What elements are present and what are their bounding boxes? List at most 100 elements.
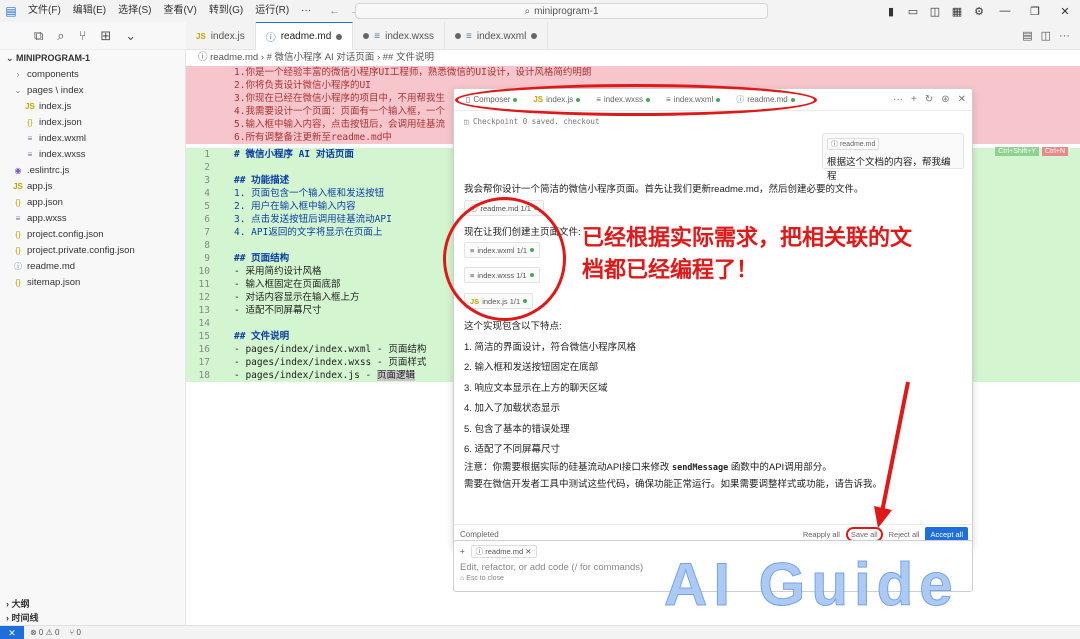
added-line: 17 - pages/index/index.wxss - 页面样式 <box>186 356 454 369</box>
history-icon[interactable]: ↻ <box>925 94 933 105</box>
line-text: ## 功能描述 <box>216 174 289 187</box>
source-control-icon[interactable]: ⑂ <box>79 28 87 43</box>
layout-icon[interactable]: ◫ <box>924 5 946 18</box>
problems-indicator[interactable]: ⊗ 0 ⚠ 0 <box>30 628 59 637</box>
more-actions-icon[interactable]: ··· <box>1059 30 1070 42</box>
tree-item-label: app.json <box>27 197 63 208</box>
ports-indicator[interactable]: ⑂ 0 <box>69 628 80 637</box>
tree-item-label: app.wxss <box>27 213 67 224</box>
input-context-chip[interactable]: ⓘ readme.md ✕ <box>470 545 537 558</box>
file-type-icon: ◉ <box>14 166 22 175</box>
outline-section[interactable]: › 大纲 <box>0 597 185 611</box>
tree-item[interactable]: ≡ index.wxss <box>0 147 185 163</box>
split-editor-icon[interactable]: ◫ <box>1041 29 1051 42</box>
close-icon[interactable]: ✕ <box>958 94 966 105</box>
wxss-file-icon: ≡ <box>374 30 381 42</box>
settings-icon[interactable]: ⊛ <box>941 94 949 105</box>
tree-item[interactable]: ⓘ readme.md <box>0 259 185 275</box>
kbd-hint-reject[interactable]: Ctrl+N <box>1041 147 1068 156</box>
timeline-section[interactable]: › 时间线 <box>0 611 185 625</box>
tree-item[interactable]: {} project.config.json <box>0 227 185 243</box>
line-text: ## 页面结构 <box>216 252 289 265</box>
explorer-title[interactable]: ⌄ MINIPROGRAM-1 <box>0 50 185 67</box>
restore-button[interactable]: ❐ <box>1020 5 1050 18</box>
tab-index-wxss[interactable]: ≡ index.wxss <box>353 22 446 50</box>
file-tree: › components ⌄ pages \ index JS index.js {} ind… <box>0 67 185 291</box>
tree-item[interactable]: ◉ .eslintrc.js <box>0 163 185 179</box>
tree-item-label: .eslintrc.js <box>27 165 70 176</box>
reapply-all-button[interactable]: Reapply all <box>803 530 840 539</box>
explorer-icon[interactable]: ⧉ <box>34 28 43 44</box>
menu-item[interactable]: 编辑(E) <box>67 0 112 22</box>
add-context-icon[interactable]: + <box>460 547 465 556</box>
tree-item[interactable]: JS index.js <box>0 99 185 115</box>
open-preview-icon[interactable]: ▤ <box>1022 29 1032 42</box>
annotation-text: 已经根据实际需求，把相关联的文 档都已经编程了！ <box>582 222 1002 286</box>
menu-item[interactable]: 转到(G) <box>203 0 249 22</box>
line-number: 8 <box>204 240 210 251</box>
remote-icon[interactable]: ✕ <box>0 625 24 639</box>
tree-item[interactable]: {} app.json <box>0 195 185 211</box>
tab-index-wxml[interactable]: ≡ index.wxml <box>445 22 549 50</box>
menu-item[interactable]: 文件(F) <box>22 0 67 22</box>
reply-text: 我会帮你设计一个简洁的微信小程序页面。首先让我们更新readme.md，然后创建… <box>464 184 864 195</box>
close-window-button[interactable]: ✕ <box>1050 5 1080 18</box>
menu-item[interactable]: 查看(V) <box>157 0 202 22</box>
breadcrumb[interactable]: ⓘ readme.md › # 微信小程序 AI 对话页面 › ## 文件说明 <box>186 50 1080 65</box>
tab-index-js[interactable]: JS index.js <box>186 22 256 50</box>
command-search[interactable]: ⌕ miniprogram-1 <box>355 3 768 19</box>
search-label: miniprogram-1 <box>534 5 599 17</box>
annotation-line-1: 已经根据实际需求，把相关联的文 <box>582 225 913 250</box>
added-line: 4 1. 页面包含一个输入框和发送按钮 <box>186 187 454 200</box>
unsaved-dot-icon[interactable] <box>455 33 462 39</box>
added-line: 16 - pages/index/index.wxml - 页面结构 <box>186 343 454 356</box>
added-line: 12 - 对话内容显示在输入框上方 <box>186 291 454 304</box>
toggle-panel-icon[interactable]: ▭ <box>902 5 924 18</box>
line-text: - pages/index/index.js - 页面逻辑 <box>216 369 416 382</box>
tree-item[interactable]: JS app.js <box>0 179 185 195</box>
tree-item[interactable]: ≡ app.wxss <box>0 211 185 227</box>
added-line: 8 <box>186 239 454 252</box>
search-panel-icon[interactable]: ⌕ <box>57 28 64 44</box>
added-line: 6 3. 点击发送按钮后调用硅基流动API <box>186 213 454 226</box>
menu-item[interactable]: 运行(R) <box>249 0 295 22</box>
tree-item[interactable]: {} project.private.config.json <box>0 243 185 259</box>
add-icon[interactable]: + <box>911 94 917 105</box>
checkpoint-text[interactable]: ◫ Checkpoint 0 saved. checkout <box>464 117 599 126</box>
added-line: 18 - pages/index/index.js - 页面逻辑 <box>186 369 454 382</box>
tree-item-label: sitemap.json <box>27 277 81 288</box>
kbd-hint-accept[interactable]: Ctrl+Shift+Y <box>995 147 1039 156</box>
line-number: 9 <box>204 253 210 264</box>
settings-gear-icon[interactable]: ⚙ <box>968 5 990 18</box>
back-arrow-icon[interactable]: ← <box>329 5 340 17</box>
context-chip[interactable]: ⓘ readme.md <box>827 138 880 150</box>
feature-item: 1. 简洁的界面设计，符合微信小程序风格 <box>464 342 637 353</box>
line-text: 6.所有调整备注更新至readme.md中 <box>234 132 392 143</box>
line-text: 4. API返回的文字将显示在页面上 <box>216 226 382 239</box>
unsaved-dot-icon[interactable] <box>363 33 370 39</box>
menu-item[interactable]: ··· <box>295 0 317 22</box>
tree-item[interactable]: ≡ index.wxml <box>0 131 185 147</box>
chevron-down-icon[interactable]: ⌄ <box>125 28 136 44</box>
tree-item[interactable]: {} sitemap.json <box>0 275 185 291</box>
selected-text: 页面逻辑 <box>377 370 416 381</box>
line-content: - 输入框固定在页面底部 <box>234 279 341 290</box>
extensions-icon[interactable]: ⊞ <box>100 28 111 44</box>
tree-item[interactable]: › components <box>0 67 185 83</box>
toggle-sidebar-icon[interactable]: ▮ <box>880 5 902 18</box>
tab-label: index.js <box>210 30 245 42</box>
minimize-button[interactable]: — <box>990 5 1020 17</box>
line-number: 12 <box>198 292 210 303</box>
reject-all-button[interactable]: Reject all <box>889 530 920 539</box>
customize-layout-icon[interactable]: ▦ <box>946 5 968 18</box>
tree-item[interactable]: {} index.json <box>0 115 185 131</box>
menu-item[interactable]: 选择(S) <box>112 0 157 22</box>
unsaved-dot-icon[interactable] <box>336 33 343 40</box>
line-number <box>186 118 216 131</box>
tab-readme-md[interactable]: ⓘ readme.md <box>255 22 354 50</box>
unsaved-dot-icon[interactable] <box>531 33 538 39</box>
added-line: 9 ## 页面结构 <box>186 252 454 265</box>
more-icon[interactable]: ··· <box>893 94 903 105</box>
feature-item: 6. 适配了不同屏幕尺寸 <box>464 444 561 455</box>
tree-item[interactable]: ⌄ pages \ index <box>0 83 185 99</box>
